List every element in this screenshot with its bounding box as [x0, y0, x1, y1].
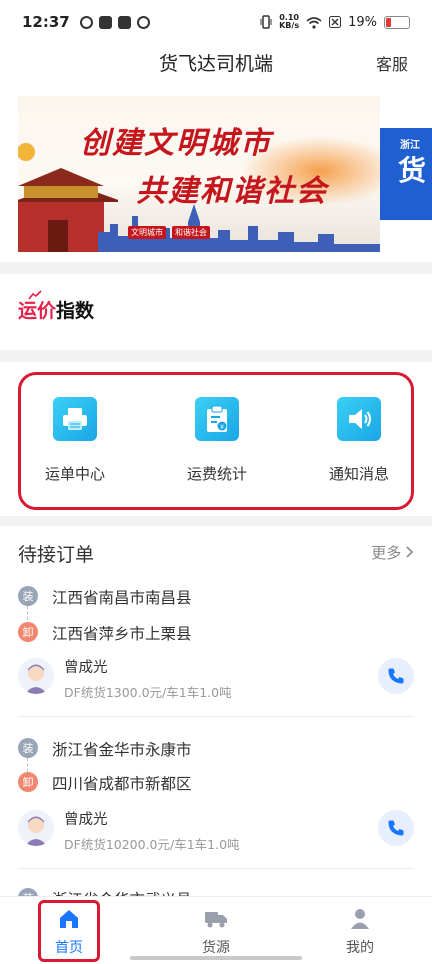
waybill-center-button[interactable]: 运单中心	[15, 397, 135, 484]
call-button[interactable]	[378, 658, 414, 694]
load-address: 浙江省金华市永康市	[52, 741, 192, 759]
section-divider	[0, 516, 432, 526]
status-time: 12:37	[22, 13, 70, 31]
svg-text:¥: ¥	[220, 424, 224, 431]
section-divider	[0, 262, 432, 274]
chevron-right-icon	[406, 546, 414, 558]
speaker-icon	[337, 397, 381, 441]
unload-tag: 卸	[18, 772, 38, 792]
phone-icon	[388, 668, 404, 684]
avatar	[18, 658, 54, 694]
tab-cargo-source[interactable]: 货源	[176, 907, 256, 957]
status-bar: 12:37 0.10 KB/s 19%	[0, 0, 432, 44]
load-address: 江西省南昌市南昌县	[52, 589, 192, 607]
home-tab-highlight	[38, 900, 100, 962]
banner-tags: 文明城市 和谐社会	[128, 226, 210, 239]
user-icon	[348, 907, 372, 931]
more-orders-link[interactable]: 更多	[371, 542, 414, 563]
phone-icon	[388, 820, 404, 836]
mail-icon	[98, 15, 112, 29]
order-separator	[18, 868, 414, 869]
tiktok-icon	[117, 15, 131, 29]
app-header: 货飞达司机端 客服	[0, 44, 432, 84]
customer-service-button[interactable]: 客服	[376, 51, 408, 75]
unload-tag: 卸	[18, 622, 38, 642]
battery-icon	[384, 15, 410, 29]
pending-orders-header: 待接订单 更多	[18, 540, 414, 566]
order-separator	[18, 716, 414, 717]
battery-percent: 19%	[348, 14, 377, 30]
spark-icon	[28, 290, 42, 300]
banner-carousel[interactable]: 创建文明城市 共建和谐社会 文明城市 和谐社会	[18, 96, 380, 252]
tab-profile[interactable]: 我的	[320, 907, 400, 957]
banner-next-slide[interactable]: 浙江 货	[380, 128, 432, 220]
shipper-name: 曾成光	[64, 660, 108, 676]
section-divider	[0, 350, 432, 362]
sync-icon	[79, 15, 93, 29]
printer-icon	[53, 397, 97, 441]
shipper-name: 曾成光	[64, 812, 108, 828]
unload-address: 江西省萍乡市上栗县	[52, 625, 192, 643]
load-address: 浙江省金华市武义县	[52, 888, 192, 896]
banner-headline-1: 创建文明城市	[80, 126, 272, 161]
page-title: 货飞达司机端	[158, 53, 273, 75]
load-tag: 装	[18, 888, 38, 896]
banner-headline-2: 共建和谐社会	[136, 174, 328, 209]
unload-address: 四川省成都市新都区	[52, 775, 192, 793]
notifications-button[interactable]: 通知消息	[299, 397, 419, 484]
price-index-title[interactable]: 运价指数	[18, 290, 94, 323]
freight-stats-button[interactable]: ¥ 运费统计	[157, 397, 277, 484]
truck-icon	[204, 907, 228, 931]
fan-icon	[136, 15, 150, 29]
load-tag: 装	[18, 586, 38, 606]
net-speed: 0.10 KB/s	[279, 13, 300, 30]
order-card[interactable]: 装 浙江省金华市武义县	[18, 886, 414, 896]
wifi-icon	[306, 16, 322, 29]
avatar	[18, 810, 54, 846]
no-sim-icon	[329, 16, 342, 28]
order-description: DF统货10200.0元/车1车1.0吨	[64, 837, 240, 852]
call-button[interactable]	[378, 810, 414, 846]
order-card[interactable]: 装 江西省南昌市南昌县 卸 江西省萍乡市上栗县 曾成光 DF统货1300.0元/…	[18, 584, 414, 734]
load-tag: 装	[18, 738, 38, 758]
gesture-bar	[130, 956, 302, 960]
vibrate-icon	[260, 15, 272, 29]
order-card[interactable]: 装 浙江省金华市永康市 卸 四川省成都市新都区 曾成光 DF统货10200.0元…	[18, 736, 414, 886]
clipboard-money-icon: ¥	[195, 397, 239, 441]
pending-orders-title: 待接订单	[18, 544, 95, 566]
quick-entry-panel: 运单中心 ¥ 运费统计 通知消息	[18, 372, 414, 510]
order-description: DF统货1300.0元/车1车1.0吨	[64, 685, 232, 700]
